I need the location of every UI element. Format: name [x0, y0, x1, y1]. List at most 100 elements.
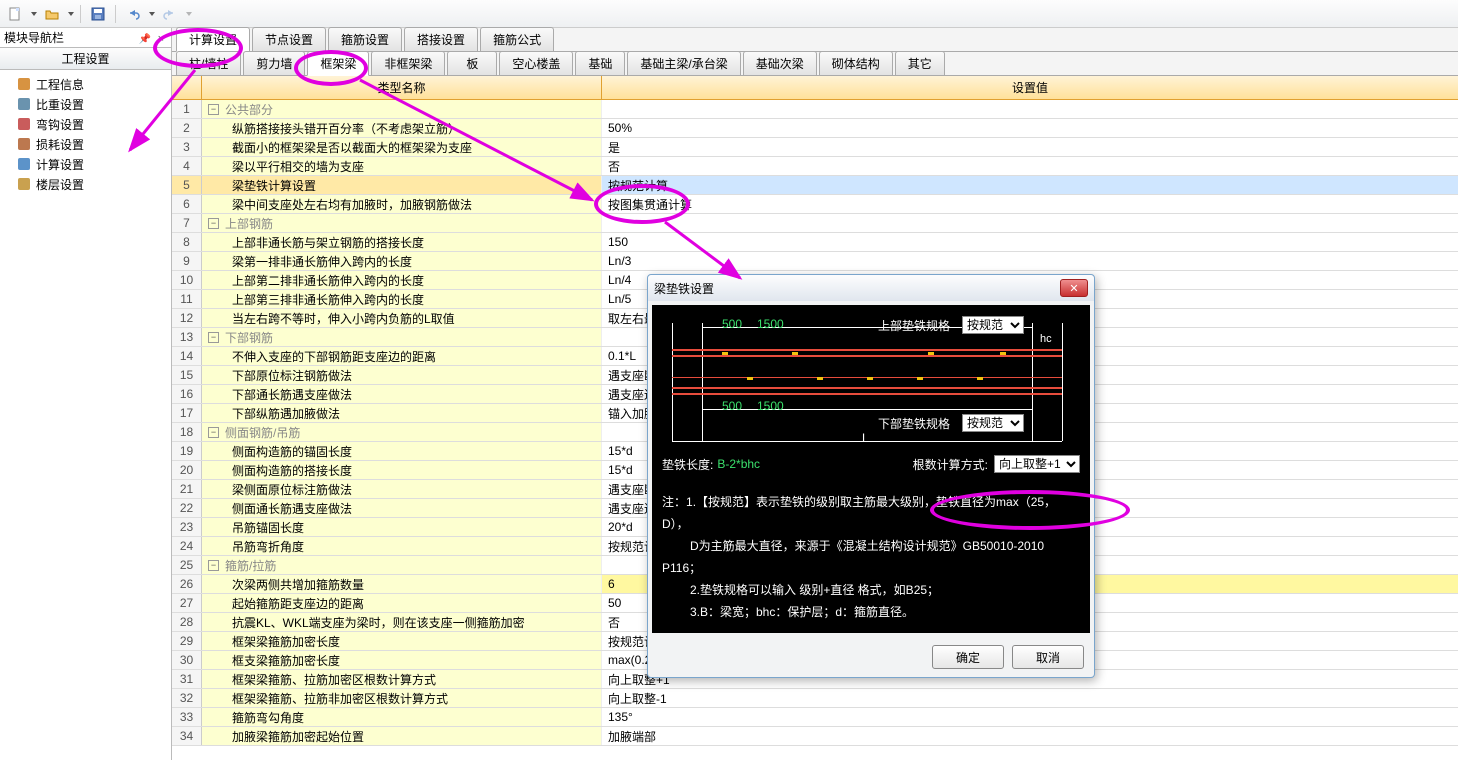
row-label-cell[interactable]: 下部纵筋遇加腋做法 — [202, 404, 602, 422]
nav-section-button[interactable]: 工程设置 — [0, 48, 171, 70]
table-row[interactable]: 33 箍筋弯勾角度 135° — [172, 708, 1458, 727]
save-icon[interactable] — [87, 3, 109, 25]
row-value-cell[interactable]: 向上取整-1 — [602, 689, 1458, 707]
collapse-icon[interactable]: − — [208, 427, 219, 438]
bottom-spec-select[interactable]: 按规范 — [962, 414, 1024, 432]
row-value-cell[interactable]: 加腋端部 — [602, 727, 1458, 745]
tab[interactable]: 计算设置 — [176, 27, 250, 52]
subtab[interactable]: 非框架梁 — [371, 51, 445, 75]
row-value-cell[interactable]: Ln/3 — [602, 252, 1458, 270]
grid-col-value[interactable]: 设置值 — [602, 76, 1458, 99]
row-label-cell[interactable]: 吊筋弯折角度 — [202, 537, 602, 555]
table-row[interactable]: 9 梁第一排非通长筋伸入跨内的长度 Ln/3 — [172, 252, 1458, 271]
row-label-cell[interactable]: 吊筋锚固长度 — [202, 518, 602, 536]
subtab[interactable]: 基础主梁/承台梁 — [627, 51, 740, 75]
table-row[interactable]: 34 加腋梁箍筋加密起始位置 加腋端部 — [172, 727, 1458, 746]
new-file-icon[interactable] — [4, 3, 26, 25]
dialog-titlebar[interactable]: 梁垫铁设置 ✕ — [648, 275, 1094, 301]
subtab[interactable]: 砌体结构 — [819, 51, 893, 75]
row-label-cell[interactable]: 梁第一排非通长筋伸入跨内的长度 — [202, 252, 602, 270]
nav-item[interactable]: 比重设置 — [0, 94, 171, 114]
row-label-cell[interactable]: 梁垫铁计算设置 — [202, 176, 602, 194]
table-row[interactable]: 7 −上部钢筋 — [172, 214, 1458, 233]
row-label-cell[interactable]: 上部第二排非通长筋伸入跨内的长度 — [202, 271, 602, 289]
row-label-cell[interactable]: 梁以平行相交的墙为支座 — [202, 157, 602, 175]
tab[interactable]: 节点设置 — [252, 27, 326, 51]
row-label-cell[interactable]: −下部钢筋 — [202, 328, 602, 346]
row-value-cell[interactable]: 150 — [602, 233, 1458, 251]
nav-item[interactable]: 弯钩设置 — [0, 114, 171, 134]
subtab[interactable]: 基础 — [575, 51, 625, 75]
row-label-cell[interactable]: 框架梁箍筋、拉筋非加密区根数计算方式 — [202, 689, 602, 707]
nav-item[interactable]: 计算设置 — [0, 154, 171, 174]
row-label-cell[interactable]: 下部通长筋遇支座做法 — [202, 385, 602, 403]
subtab[interactable]: 板 — [447, 51, 497, 75]
count-mode-select[interactable]: 向上取整+1 — [994, 455, 1080, 473]
row-value-cell[interactable] — [602, 100, 1458, 118]
row-label-cell[interactable]: 抗震KL、WKL端支座为梁时，则在该支座一侧箍筋加密 — [202, 613, 602, 631]
row-label-cell[interactable]: 上部第三排非通长筋伸入跨内的长度 — [202, 290, 602, 308]
table-row[interactable]: 2 纵筋搭接接头错开百分率（不考虑架立筋） 50% — [172, 119, 1458, 138]
row-label-cell[interactable]: 梁中间支座处左右均有加腋时，加腋钢筋做法 — [202, 195, 602, 213]
redo-icon[interactable] — [159, 3, 181, 25]
cancel-button[interactable]: 取消 — [1012, 645, 1084, 669]
row-label-cell[interactable]: 箍筋弯勾角度 — [202, 708, 602, 726]
row-label-cell[interactable]: 框架梁箍筋、拉筋加密区根数计算方式 — [202, 670, 602, 688]
redo-dropdown-icon[interactable] — [186, 12, 192, 16]
table-row[interactable]: 3 截面小的框架梁是否以截面大的框架梁为支座 是 — [172, 138, 1458, 157]
collapse-icon[interactable]: − — [208, 218, 219, 229]
row-value-cell[interactable]: 按规范计算 — [602, 176, 1458, 194]
row-value-cell[interactable]: 50% — [602, 119, 1458, 137]
row-label-cell[interactable]: 不伸入支座的下部钢筋距支座边的距离 — [202, 347, 602, 365]
row-label-cell[interactable]: 下部原位标注钢筋做法 — [202, 366, 602, 384]
undo-icon[interactable] — [122, 3, 144, 25]
row-value-cell[interactable]: 按图集贯通计算 — [602, 195, 1458, 213]
row-label-cell[interactable]: 次梁两侧共增加箍筋数量 — [202, 575, 602, 593]
row-label-cell[interactable]: 上部非通长筋与架立钢筋的搭接长度 — [202, 233, 602, 251]
table-row[interactable]: 5 梁垫铁计算设置 按规范计算 — [172, 176, 1458, 195]
row-label-cell[interactable]: −箍筋/拉筋 — [202, 556, 602, 574]
row-label-cell[interactable]: 截面小的框架梁是否以截面大的框架梁为支座 — [202, 138, 602, 156]
table-row[interactable]: 1 −公共部分 — [172, 100, 1458, 119]
subtab[interactable]: 其它 — [895, 51, 945, 75]
row-label-cell[interactable]: 当左右跨不等时，伸入小跨内负筋的L取值 — [202, 309, 602, 327]
table-row[interactable]: 8 上部非通长筋与架立钢筋的搭接长度 150 — [172, 233, 1458, 252]
subtab[interactable]: 基础次梁 — [743, 51, 817, 75]
subtab[interactable]: 空心楼盖 — [499, 51, 573, 75]
row-label-cell[interactable]: 起始箍筋距支座边的距离 — [202, 594, 602, 612]
row-label-cell[interactable]: 梁侧面原位标注筋做法 — [202, 480, 602, 498]
dialog-close-icon[interactable]: ✕ — [1060, 279, 1088, 297]
row-label-cell[interactable]: −公共部分 — [202, 100, 602, 118]
row-label-cell[interactable]: 侧面构造筋的搭接长度 — [202, 461, 602, 479]
nav-item[interactable]: 损耗设置 — [0, 134, 171, 154]
tab[interactable]: 搭接设置 — [404, 27, 478, 51]
row-label-cell[interactable]: 框支梁箍筋加密长度 — [202, 651, 602, 669]
open-dropdown-icon[interactable] — [68, 12, 74, 16]
collapse-icon[interactable]: − — [208, 560, 219, 571]
close-icon[interactable]: × — [155, 33, 167, 45]
collapse-icon[interactable]: − — [208, 332, 219, 343]
top-spec-select[interactable]: 按规范 — [962, 316, 1024, 334]
row-value-cell[interactable] — [602, 214, 1458, 232]
subtab[interactable]: 柱/墙柱 — [176, 51, 241, 75]
folder-open-icon[interactable] — [41, 3, 63, 25]
undo-dropdown-icon[interactable] — [149, 12, 155, 16]
tab[interactable]: 箍筋公式 — [480, 27, 554, 51]
subtab[interactable]: 框架梁 — [307, 51, 369, 76]
row-label-cell[interactable]: −上部钢筋 — [202, 214, 602, 232]
row-label-cell[interactable]: 侧面通长筋遇支座做法 — [202, 499, 602, 517]
nav-item[interactable]: 楼层设置 — [0, 174, 171, 194]
pin-icon[interactable]: 📌 — [139, 34, 151, 45]
table-row[interactable]: 32 框架梁箍筋、拉筋非加密区根数计算方式 向上取整-1 — [172, 689, 1458, 708]
table-row[interactable]: 6 梁中间支座处左右均有加腋时，加腋钢筋做法 按图集贯通计算 — [172, 195, 1458, 214]
collapse-icon[interactable]: − — [208, 104, 219, 115]
row-value-cell[interactable]: 135° — [602, 708, 1458, 726]
tab[interactable]: 箍筋设置 — [328, 27, 402, 51]
row-value-cell[interactable]: 否 — [602, 157, 1458, 175]
row-label-cell[interactable]: 加腋梁箍筋加密起始位置 — [202, 727, 602, 745]
row-label-cell[interactable]: 框架梁箍筋加密长度 — [202, 632, 602, 650]
nav-item[interactable]: 工程信息 — [0, 74, 171, 94]
grid-col-type[interactable]: 类型名称 — [202, 76, 602, 99]
ok-button[interactable]: 确定 — [932, 645, 1004, 669]
table-row[interactable]: 4 梁以平行相交的墙为支座 否 — [172, 157, 1458, 176]
